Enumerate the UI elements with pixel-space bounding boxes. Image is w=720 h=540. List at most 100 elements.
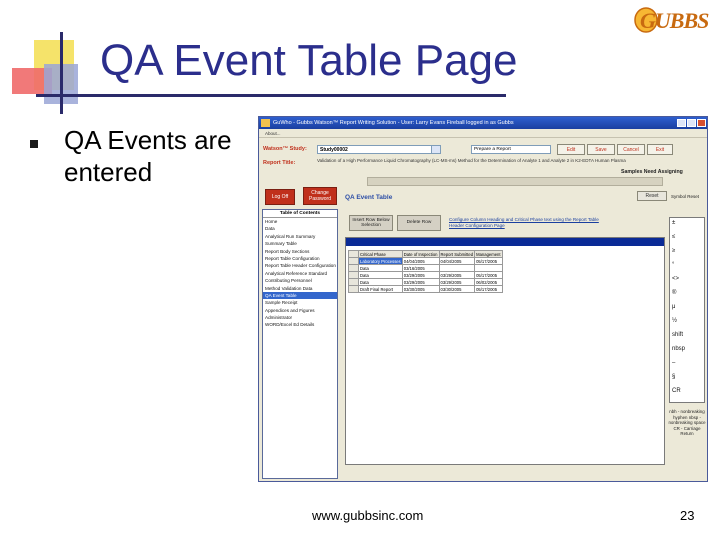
table-cell[interactable]: Laboratory Processes [358, 257, 403, 265]
qa-event-table-heading: QA Event Table [345, 194, 393, 201]
symbol-button[interactable]: ± [672, 220, 675, 227]
toc-item[interactable]: Report Body Sections [263, 248, 337, 255]
table-cell[interactable]: Draft Final Report [358, 285, 403, 293]
row-indicator[interactable] [348, 271, 359, 279]
column-header[interactable]: Critical Phase [358, 250, 403, 258]
toc-item[interactable]: Report Table Header Configuration [263, 262, 337, 269]
study-label: Watson™ Study: [263, 146, 307, 152]
logo-text: GUBBS [640, 8, 709, 33]
toc-item[interactable]: Method Validation Data [263, 285, 337, 292]
app-titlebar: GuWho - Gubbs Watson™ Report Writing Sol… [259, 117, 707, 129]
table-cell[interactable]: Data [358, 271, 403, 279]
table-header-row: Critical Phase Date of Inspection Report… [348, 250, 503, 258]
config-header-link[interactable]: Configure Column Heading and Critical Ph… [449, 217, 599, 229]
table-cell[interactable]: 03/30/2005 [438, 285, 476, 293]
row-indicator[interactable] [348, 257, 359, 265]
table-cell[interactable] [474, 264, 503, 272]
row-indicator[interactable] [348, 285, 359, 293]
toc-item[interactable]: Data [263, 225, 337, 232]
toc-header: Table of Contents [263, 210, 337, 218]
table-cell[interactable]: 05/17/2005 [474, 271, 503, 279]
app-menubar[interactable]: About... [259, 129, 707, 138]
table-cell[interactable]: 05/17/2005 [474, 257, 503, 265]
table-cell[interactable]: Data [358, 278, 403, 286]
table-cell[interactable]: 03/29/2005 [438, 271, 476, 279]
table-of-contents: Table of Contents Home Data Analytical R… [262, 209, 338, 479]
symbol-button[interactable]: ° [672, 262, 674, 269]
table-row[interactable]: Data 03/29/2005 03/29/2005 05/17/2005 [348, 271, 503, 279]
samples-need-assigning: Samples Need Assigning [621, 169, 683, 175]
decor-vertical-line [60, 32, 63, 114]
table-cell[interactable]: 05/17/2005 [474, 285, 503, 293]
table-cell[interactable]: 04/04/2005 [401, 257, 440, 265]
symbol-button[interactable]: CR [672, 388, 681, 395]
toc-item[interactable]: Contributing Personnel [263, 277, 337, 284]
row-indicator-header [348, 250, 359, 258]
column-header[interactable]: Date of Inspection [401, 250, 440, 258]
section-tabstrip[interactable] [367, 177, 663, 186]
maximize-icon[interactable] [687, 119, 696, 127]
app-window-icon [261, 119, 270, 127]
symbol-button[interactable]: ½ [672, 318, 677, 325]
column-header[interactable]: Management [474, 250, 503, 258]
table-cell[interactable] [438, 264, 476, 272]
symbol-notes: nbh - nonbreaking hyphen nbsp - nonbreak… [668, 409, 706, 436]
table-row[interactable]: Data 03/29/2005 03/29/2005 06/02/2005 [348, 278, 503, 286]
insert-row-button[interactable]: Insert Row Below Selection [349, 215, 393, 231]
table-row[interactable]: Draft Final Report 03/30/2005 03/30/2005… [348, 285, 503, 293]
footer-url[interactable]: www.gubbsinc.com [312, 508, 423, 523]
chevron-down-icon[interactable] [431, 145, 441, 154]
table-cell[interactable]: 03/29/2005 [438, 278, 476, 286]
row-indicator[interactable] [348, 278, 359, 286]
toc-item[interactable]: Summary Table [263, 240, 337, 247]
toc-item[interactable]: Sample Receipt [263, 299, 337, 306]
cancel-button[interactable]: Cancel [617, 144, 645, 155]
study-select[interactable]: Study00002 [317, 145, 441, 154]
change-password-button[interactable]: Change Password [303, 187, 337, 205]
menu-about[interactable]: About... [265, 131, 281, 136]
toc-item[interactable]: WORD/Excel Ed Details [263, 321, 337, 328]
symbol-button[interactable]: ≤ [672, 234, 675, 241]
report-title-label: Report Title: [263, 160, 296, 166]
table-cell[interactable]: 03/29/2005 [401, 271, 440, 279]
symbol-panel: ± ≤ ≥ ° <> ® μ ½ shift nbsp – § CR [669, 217, 705, 403]
qa-event-grid: Critical Phase Date of Inspection Report… [345, 237, 665, 465]
delete-row-button[interactable]: Delete Row [397, 215, 441, 231]
symbol-button[interactable]: § [672, 374, 675, 381]
symbol-button[interactable]: nbsp [672, 346, 685, 353]
report-title-text: Validation of a High Performance Liquid … [317, 158, 626, 163]
table-cell[interactable]: 03/16/2005 [401, 264, 440, 272]
symbol-button[interactable]: shift [672, 332, 683, 339]
table-row[interactable]: Data 03/16/2005 [348, 264, 503, 272]
toc-item[interactable]: Home [263, 218, 337, 225]
symbol-button[interactable]: <> [672, 276, 679, 283]
symbol-button[interactable]: – [672, 360, 675, 367]
table-row[interactable]: Laboratory Processes 04/04/2005 04/04/20… [348, 257, 503, 265]
toc-item-qa-event-table[interactable]: QA Event Table [263, 291, 337, 300]
exit-button[interactable]: Exit [647, 144, 673, 155]
table-cell[interactable]: 04/04/2005 [438, 257, 476, 265]
minimize-icon[interactable] [677, 119, 686, 127]
bullet-marker [30, 140, 38, 148]
gubbs-logo: GUBBS [632, 4, 718, 38]
symbol-button[interactable]: ≥ [672, 248, 675, 255]
edit-button[interactable]: Edit [557, 144, 585, 155]
toc-item[interactable]: Analytical Reference Standard [263, 270, 337, 277]
toc-item[interactable]: Appendices and Figures [263, 307, 337, 314]
symbol-button[interactable]: ® [672, 290, 676, 297]
column-header[interactable]: Report Submitted [438, 250, 476, 258]
toc-item[interactable]: Report Table Configuration [263, 255, 337, 262]
table-cell[interactable]: 06/02/2005 [474, 278, 503, 286]
status-select[interactable]: Prepare a Report [471, 145, 551, 154]
toc-item[interactable]: Analytical Run Summary [263, 233, 337, 240]
table-cell[interactable]: 03/30/2005 [401, 285, 440, 293]
row-indicator[interactable] [348, 264, 359, 272]
table-cell[interactable]: 03/29/2005 [401, 278, 440, 286]
table-cell[interactable]: Data [358, 264, 403, 272]
reset-button[interactable]: Reset [637, 191, 667, 201]
close-icon[interactable] [697, 119, 706, 127]
toc-item[interactable]: Administrator [263, 314, 337, 321]
save-button[interactable]: Save [587, 144, 615, 155]
symbol-button[interactable]: μ [672, 304, 675, 311]
log-off-button[interactable]: Log Off [265, 189, 295, 205]
